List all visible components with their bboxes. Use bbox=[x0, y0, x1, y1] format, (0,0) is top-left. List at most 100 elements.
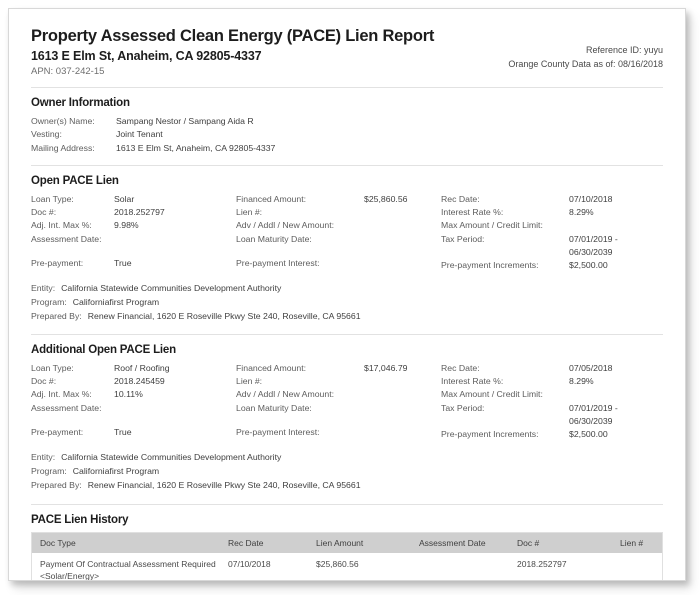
adv-addl-new-amount-label: Adv / Addl / New Amount: bbox=[236, 220, 335, 231]
doc-number-value: 2018.252797 bbox=[114, 207, 165, 218]
adj-int-max-label: Adj. Int. Max %: bbox=[31, 220, 92, 231]
additional-tax-period-value: 07/01/2019 - 06/30/2039 bbox=[569, 402, 618, 426]
rec-date-value: 07/10/2018 bbox=[569, 193, 613, 204]
additional-entity-value: California Statewide Communities Develop… bbox=[61, 452, 282, 463]
prepared-by-row: Prepared By: Renew Financial, 1620 E Ros… bbox=[31, 310, 663, 324]
prepayment-increments-row: Pre-payment Increments: $2,500.00 bbox=[441, 259, 663, 272]
additional-max-amount-credit-limit-row: Max Amount / Credit Limit: bbox=[441, 388, 663, 401]
additional-lien-column-1: Loan Type: Roof / Roofing Doc #: 2018.24… bbox=[31, 362, 236, 441]
owner-name-label: Owner(s) Name: bbox=[31, 116, 95, 127]
open-pace-lien-entity-block: Entity: California Statewide Communities… bbox=[31, 282, 663, 324]
pace-lien-history-table: Doc Type Rec Date Lien Amount Assessment… bbox=[31, 532, 663, 580]
pace-lien-history-title: PACE Lien History bbox=[31, 514, 129, 527]
entity-value: California Statewide Communities Develop… bbox=[61, 283, 282, 294]
additional-doc-number-row: Doc #: 2018.245459 bbox=[31, 375, 236, 388]
additional-prepared-by-label: Prepared By: bbox=[31, 480, 82, 491]
reference-id: Reference ID: yuyu bbox=[585, 45, 663, 55]
additional-lien-number-row: Lien #: bbox=[236, 375, 441, 388]
program-row: Program: Californiafirst Program bbox=[31, 296, 663, 310]
additional-rec-date-label: Rec Date: bbox=[441, 363, 480, 373]
loan-type-label: Loan Type: bbox=[31, 193, 74, 204]
additional-interest-rate-label: Interest Rate %: bbox=[441, 376, 504, 387]
program-value: Californiafirst Program bbox=[72, 297, 160, 308]
additional-prepared-by-row: Prepared By: Renew Financial, 1620 E Ros… bbox=[31, 479, 663, 493]
additional-program-label: Program: bbox=[31, 466, 67, 477]
document-header: Property Assessed Clean Energy (PACE) Li… bbox=[31, 27, 663, 89]
history-table-head: Doc Type Rec Date Lien Amount Assessment… bbox=[31, 532, 663, 554]
loan-maturity-date-label: Loan Maturity Date: bbox=[236, 233, 312, 244]
additional-financed-amount-label: Financed Amount: bbox=[236, 363, 307, 373]
additional-interest-rate-row: Interest Rate %: 8.29% bbox=[441, 375, 663, 388]
adv-addl-new-amount-row: Adv / Addl / New Amount: bbox=[236, 219, 441, 232]
additional-lien-number-label: Lien #: bbox=[236, 376, 263, 387]
additional-adj-int-max-label: Adj. Int. Max %: bbox=[31, 389, 92, 400]
pace-lien-report-page: Property Assessed Clean Energy (PACE) Li… bbox=[8, 8, 686, 581]
history-table-body: Payment Of Contractual Assessment Requir… bbox=[32, 553, 663, 580]
prepayment-interest-label: Pre-payment Interest: bbox=[236, 257, 320, 268]
open-pace-lien-column-3: Rec Date: 07/10/2018 Interest Rate %: 8.… bbox=[441, 193, 663, 272]
additional-rec-date-value: 07/05/2018 bbox=[569, 363, 613, 373]
loan-maturity-date-row: Loan Maturity Date: bbox=[236, 233, 441, 246]
owner-information-title: Owner Information bbox=[31, 97, 130, 110]
additional-lien-column-2: Financed Amount: $17,046.79 Lien #: Adv … bbox=[236, 362, 441, 441]
owner-name-row: Owner(s) Name: Sampang Nestor / Sampang … bbox=[31, 115, 663, 128]
additional-financed-amount-value: $17,046.79 bbox=[364, 363, 408, 373]
additional-adj-int-max-value: 10.11% bbox=[114, 389, 143, 400]
prepayment-label: Pre-payment: bbox=[31, 257, 84, 268]
open-pace-lien-title: Open PACE Lien bbox=[31, 174, 119, 187]
data-as-of: Orange County Data as of: 08/16/2018 bbox=[508, 58, 663, 69]
mailing-address-label: Mailing Address: bbox=[31, 142, 95, 153]
column-header-doc-number: Doc # bbox=[509, 532, 612, 554]
lien-number-label: Lien #: bbox=[236, 207, 263, 218]
additional-prepayment-interest-row: Pre-payment Interest: bbox=[236, 426, 441, 439]
additional-assessment-date-label: Assessment Date: bbox=[31, 402, 102, 413]
column-header-rec-date: Rec Date bbox=[220, 532, 308, 554]
max-amount-credit-limit-label: Max Amount / Credit Limit: bbox=[441, 220, 543, 231]
history-header-row: Doc Type Rec Date Lien Amount Assessment… bbox=[31, 532, 663, 554]
additional-prepayment-increments-label: Pre-payment Increments: bbox=[441, 429, 539, 440]
tax-period-label: Tax Period: bbox=[441, 233, 485, 244]
interest-rate-value: 8.29% bbox=[569, 207, 594, 218]
assessment-date-row: Assessment Date: bbox=[31, 233, 236, 246]
prepayment-increments-label: Pre-payment Increments: bbox=[441, 260, 539, 271]
max-amount-credit-limit-row: Max Amount / Credit Limit: bbox=[441, 219, 663, 232]
doc-number-row: Doc #: 2018.252797 bbox=[31, 206, 236, 219]
cell-assessment-date bbox=[411, 553, 509, 580]
additional-doc-number-value: 2018.245459 bbox=[114, 376, 165, 387]
additional-loan-maturity-date-row: Loan Maturity Date: bbox=[236, 402, 441, 415]
cell-rec-date: 07/10/2018 bbox=[228, 559, 271, 570]
loan-type-row: Loan Type: Solar bbox=[31, 193, 236, 206]
additional-tax-period-label: Tax Period: bbox=[441, 402, 485, 413]
additional-prepared-by-value: Renew Financial, 1620 E Roseville Pkwy S… bbox=[87, 480, 361, 491]
additional-prepayment-interest-label: Pre-payment Interest: bbox=[236, 426, 320, 437]
vesting-value: Joint Tenant bbox=[116, 129, 163, 140]
additional-lien-column-3: Rec Date: 07/05/2018 Interest Rate %: 8.… bbox=[441, 362, 663, 441]
lien-number-row: Lien #: bbox=[236, 206, 441, 219]
prepared-by-value: Renew Financial, 1620 E Roseville Pkwy S… bbox=[87, 311, 361, 322]
tax-period-value: 07/01/2019 - 06/30/2039 bbox=[569, 233, 618, 257]
column-header-lien-amount: Lien Amount bbox=[308, 532, 411, 554]
additional-adv-addl-new-amount-row: Adv / Addl / New Amount: bbox=[236, 388, 441, 401]
additional-adj-int-max-row: Adj. Int. Max %: 10.11% bbox=[31, 388, 236, 401]
column-header-assessment-date: Assessment Date bbox=[411, 532, 509, 554]
owner-name-value: Sampang Nestor / Sampang Aida R bbox=[116, 116, 254, 127]
adj-int-max-value: 9.98% bbox=[114, 220, 139, 231]
interest-rate-label: Interest Rate %: bbox=[441, 207, 504, 218]
owner-information-list: Owner(s) Name: Sampang Nestor / Sampang … bbox=[31, 115, 663, 155]
entity-row: Entity: California Statewide Communities… bbox=[31, 282, 663, 296]
vesting-label: Vesting: bbox=[31, 129, 62, 140]
additional-adv-addl-new-amount-label: Adv / Addl / New Amount: bbox=[236, 389, 335, 400]
loan-type-value: Solar bbox=[114, 193, 135, 204]
entity-label: Entity: bbox=[31, 283, 56, 294]
financed-amount-value: $25,860.56 bbox=[364, 193, 408, 204]
doc-number-label: Doc #: bbox=[31, 207, 57, 218]
cell-doc-number: 2018.252797 bbox=[517, 559, 567, 570]
open-pace-lien-column-1: Loan Type: Solar Doc #: 2018.252797 Adj.… bbox=[31, 193, 236, 272]
column-header-doc-type: Doc Type bbox=[31, 532, 220, 554]
additional-prepayment-label: Pre-payment: bbox=[31, 426, 84, 437]
open-pace-lien-section: Open PACE Lien Loan Type: Solar Doc #: 2… bbox=[31, 164, 663, 324]
prepared-by-label: Prepared By: bbox=[31, 311, 82, 322]
additional-program-value: Californiafirst Program bbox=[72, 466, 160, 477]
additional-prepayment-increments-row: Pre-payment Increments: $2,500.00 bbox=[441, 428, 663, 441]
column-header-lien-number: Lien # bbox=[612, 532, 663, 554]
